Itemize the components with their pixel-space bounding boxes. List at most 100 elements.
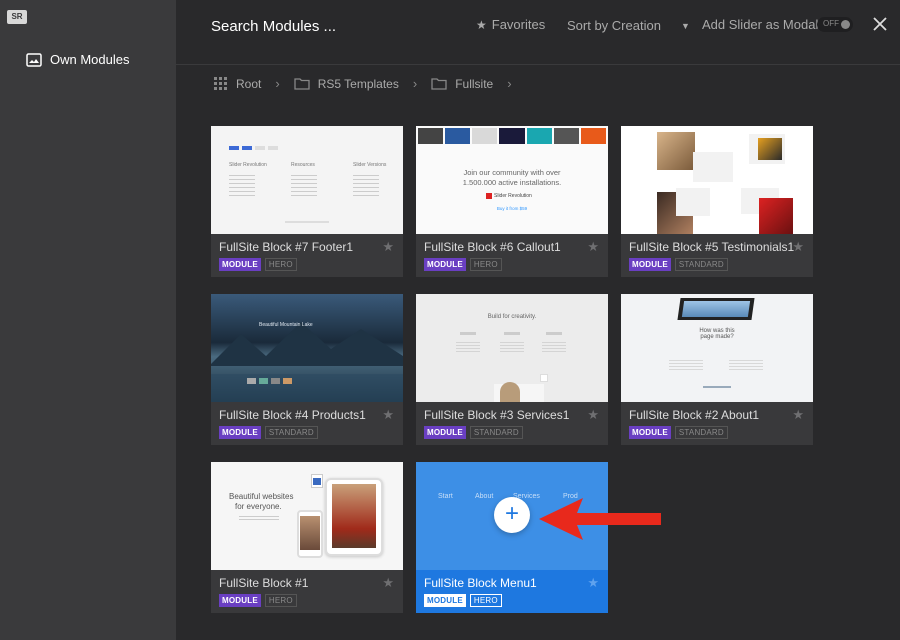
module-title: FullSite Block #5 Testimonials1	[629, 240, 795, 254]
module-card[interactable]: FullSite Block #5 Testimonials1 ★ MODULE…	[621, 126, 813, 277]
thumb-text: for everyone.	[235, 502, 282, 511]
folder-icon	[294, 78, 310, 90]
tags: MODULE STANDARD	[629, 426, 728, 439]
module-title: FullSite Block #1	[219, 576, 309, 590]
favorite-star-icon[interactable]: ★	[382, 239, 394, 255]
favorite-star-icon[interactable]: ★	[382, 407, 394, 423]
thumb-text: Slider Revolution	[494, 193, 532, 199]
module-card[interactable]: Slider Revolution Resources Slider Versi…	[211, 126, 403, 277]
search-input[interactable]	[211, 14, 431, 38]
tag-type: HERO	[264, 258, 297, 271]
favorite-star-icon[interactable]: ★	[587, 239, 599, 255]
module-thumbnail: Beautiful Mountain Lake	[211, 294, 403, 402]
tags: MODULE HERO	[424, 594, 502, 607]
favorite-star-icon[interactable]: ★	[587, 575, 599, 591]
tag-module: MODULE	[424, 594, 466, 607]
tags: MODULE HERO	[424, 258, 502, 271]
folder-icon	[431, 78, 447, 90]
favorite-star-icon[interactable]: ★	[792, 239, 804, 255]
favorite-star-icon[interactable]: ★	[587, 407, 599, 423]
menu-preview-item: Start	[438, 493, 453, 500]
tag-type: STANDARD	[469, 426, 523, 439]
add-module-button[interactable]: +	[494, 497, 530, 533]
breadcrumb-root[interactable]: Root	[214, 76, 262, 91]
tags: MODULE HERO	[219, 258, 297, 271]
module-title: FullSite Block #3 Services1	[424, 408, 570, 422]
breadcrumb: Root › RS5 Templates › Fullsite ›	[214, 76, 526, 91]
modal-toggle-label: Add Slider as Modal	[702, 17, 819, 32]
module-card[interactable]: Beautiful Mountain Lake FullSite Block #…	[211, 294, 403, 445]
thumb-text: Beautiful websites	[229, 492, 294, 501]
module-title: FullSite Block #7 Footer1	[219, 240, 354, 254]
sidebar: SR Own Modules	[0, 0, 176, 640]
sidebar-item-own-modules[interactable]: Own Modules	[26, 52, 129, 67]
toggle-state: OFF	[823, 19, 839, 28]
breadcrumb-rs5-templates[interactable]: RS5 Templates	[294, 77, 399, 91]
favorite-star-icon[interactable]: ★	[382, 575, 394, 591]
header-divider	[176, 64, 900, 65]
chevron-right-icon: ›	[507, 76, 512, 91]
thumb-text: Resources	[291, 162, 315, 168]
tag-module: MODULE	[629, 426, 671, 439]
module-thumbnail: Slider Revolution Resources Slider Versi…	[211, 126, 403, 234]
thumb-text: Join our community with over	[463, 168, 561, 177]
modal-toggle[interactable]: OFF	[817, 17, 853, 32]
tag-type: HERO	[264, 594, 297, 607]
favorite-star-icon[interactable]: ★	[792, 407, 804, 423]
module-thumbnail: Build for creativity.	[416, 294, 608, 402]
tag-module: MODULE	[219, 594, 261, 607]
module-thumbnail: Beautiful websites for everyone.	[211, 462, 403, 570]
thumb-text: Slider Versions	[353, 162, 387, 168]
tag-module: MODULE	[424, 426, 466, 439]
caret-down-icon: ▼	[680, 20, 690, 31]
tag-module: MODULE	[219, 258, 261, 271]
sort-label: Sort by Creation	[567, 18, 661, 33]
module-thumbnail	[621, 126, 813, 234]
main-panel: ★ Favorites Sort by Creation ▼ Add Slide…	[176, 0, 900, 640]
breadcrumb-label: Fullsite	[455, 76, 494, 91]
thumb-text: How was this page made?	[699, 328, 735, 340]
breadcrumb-label: Root	[236, 76, 262, 91]
breadcrumb-label: RS5 Templates	[317, 76, 399, 91]
mountain-scene	[211, 322, 403, 402]
tags: MODULE STANDARD	[424, 426, 523, 439]
sidebar-item-label: Own Modules	[50, 52, 130, 67]
chevron-right-icon: ›	[412, 76, 418, 91]
menu-preview-item: About	[475, 493, 494, 500]
thumb-text: Beautiful Mountain Lake	[259, 322, 313, 328]
tag-module: MODULE	[219, 426, 261, 439]
tag-type: HERO	[469, 258, 502, 271]
image-frame-icon	[26, 52, 42, 67]
module-title: FullSite Block Menu1	[424, 576, 537, 590]
module-card[interactable]: Beautiful websites for everyone. FullSit…	[211, 462, 403, 613]
tag-type: HERO	[469, 594, 502, 607]
tag-type: STANDARD	[674, 426, 728, 439]
thumb-text: Buy it from $59	[496, 206, 528, 211]
arrow-left-icon	[539, 498, 661, 540]
module-card[interactable]: Join our community with over 1.500.000 a…	[416, 126, 608, 277]
module-thumbnail: How was this page made?	[621, 294, 813, 402]
logo: SR	[7, 10, 27, 24]
thumb-text: Slider Revolution	[229, 162, 267, 168]
toggle-knob	[841, 20, 850, 29]
tag-type: STANDARD	[264, 426, 318, 439]
module-card[interactable]: How was this page made? FullSite Block #…	[621, 294, 813, 445]
breadcrumb-fullsite[interactable]: Fullsite	[431, 77, 493, 91]
module-title: FullSite Block #2 About1	[629, 408, 760, 422]
module-card[interactable]: Build for creativity. FullSite Block #3 …	[416, 294, 608, 445]
module-title: FullSite Block #6 Callout1	[424, 240, 561, 254]
thumb-text: Build for creativity.	[487, 314, 537, 320]
close-icon[interactable]	[870, 14, 890, 34]
tags: MODULE STANDARD	[629, 258, 728, 271]
tags: MODULE STANDARD	[219, 426, 318, 439]
tag-type: STANDARD	[674, 258, 728, 271]
tag-module: MODULE	[424, 258, 466, 271]
chevron-right-icon: ›	[275, 76, 280, 91]
grid-icon	[214, 76, 227, 90]
favorites-label: Favorites	[491, 17, 546, 32]
sort-dropdown[interactable]: Sort by Creation ▼	[567, 18, 690, 33]
header: ★ Favorites Sort by Creation ▼ Add Slide…	[176, 0, 900, 54]
module-thumbnail: Join our community with over 1.500.000 a…	[416, 126, 608, 234]
tag-module: MODULE	[629, 258, 671, 271]
favorites-filter[interactable]: ★ Favorites	[476, 17, 545, 32]
